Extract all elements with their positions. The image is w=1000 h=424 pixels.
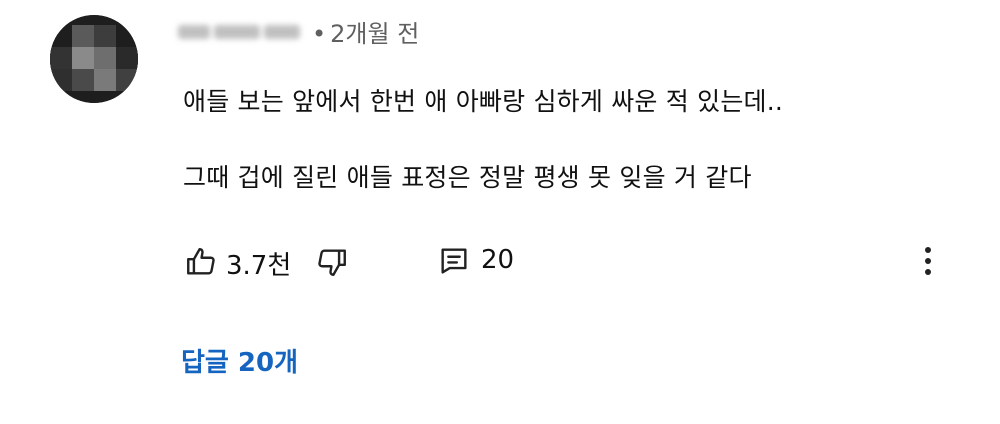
view-replies-link[interactable]: 답글 20개 [181, 342, 298, 379]
thumbs-up-icon[interactable] [184, 245, 218, 279]
comment-thread: • 2개월 전 애들 보는 앞에서 한번 애 아빠랑 심하게 싸운 적 있는데..… [0, 0, 1000, 424]
comment-time: 2개월 전 [330, 20, 420, 48]
comment-meta: • 2개월 전 [312, 14, 419, 49]
more-vertical-icon[interactable] [918, 244, 938, 280]
thumbs-down-icon[interactable] [315, 245, 349, 279]
reply-count: 20 [481, 245, 515, 275]
username-blurred[interactable] [178, 20, 308, 44]
meta-separator: • [312, 20, 327, 48]
comment-text-line-1: 애들 보는 앞에서 한번 애 아빠랑 심하게 싸운 적 있는데.. [183, 87, 784, 116]
comment-icon[interactable] [437, 244, 471, 278]
comment-text-line-2: 그때 겁에 질린 애들 표정은 정말 평생 못 잊을 거 같다 [183, 163, 752, 192]
avatar[interactable] [50, 15, 138, 103]
like-count: 3.7천 [226, 251, 292, 281]
